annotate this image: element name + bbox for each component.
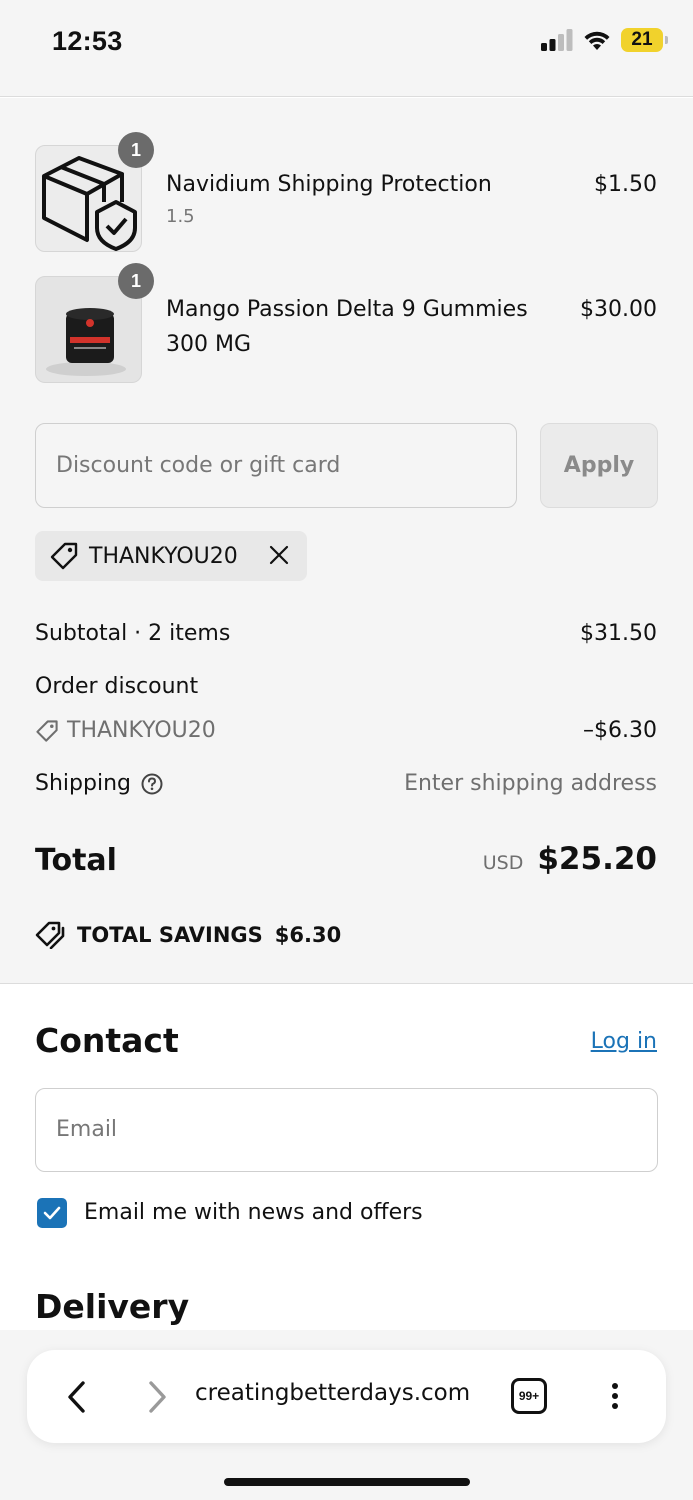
savings-tags-icon bbox=[35, 921, 65, 949]
total-label: Total bbox=[35, 843, 117, 878]
remove-code-icon[interactable] bbox=[267, 543, 291, 567]
item-name: Navidium Shipping Protection bbox=[166, 172, 492, 197]
item-price: $1.50 bbox=[594, 172, 657, 197]
forward-icon[interactable] bbox=[145, 1380, 169, 1414]
home-indicator bbox=[224, 1478, 470, 1486]
total-savings: TOTAL SAVINGS $6.30 bbox=[35, 921, 341, 949]
newsletter-label[interactable]: Email me with news and offers bbox=[84, 1198, 423, 1228]
item-name: Mango Passion Delta 9 Gummies 300 MG bbox=[166, 297, 528, 357]
tabs-button[interactable]: 99+ bbox=[511, 1378, 547, 1414]
tag-icon bbox=[50, 542, 78, 570]
shipping-label: Shipping bbox=[35, 771, 131, 796]
total-value: $25.20 bbox=[537, 841, 657, 877]
total-amount: USD $25.20 bbox=[483, 841, 657, 877]
back-icon[interactable] bbox=[65, 1380, 89, 1414]
savings-value: $6.30 bbox=[274, 923, 342, 947]
item-variant: 1.5 bbox=[166, 206, 195, 227]
applied-code-label: THANKYOU20 bbox=[89, 543, 238, 569]
order-discount-label: Order discount bbox=[35, 674, 199, 699]
item-price: $30.00 bbox=[580, 297, 657, 322]
battery-icon: 21 bbox=[621, 28, 668, 52]
shipping-value: Enter shipping address bbox=[404, 771, 657, 796]
url-bar[interactable]: creatingbetterdays.com bbox=[195, 1380, 470, 1406]
help-icon[interactable] bbox=[141, 773, 163, 795]
discount-code-row: THANKYOU20 –$6.30 bbox=[35, 716, 657, 752]
subtotal-value: $31.50 bbox=[580, 621, 657, 646]
order-discount-row: Order discount bbox=[35, 672, 657, 702]
order-summary: 1 Navidium Shipping Protection 1.5 $1.50… bbox=[0, 98, 693, 984]
discount-code-input[interactable]: Discount code or gift card bbox=[35, 423, 517, 508]
checkmark-icon bbox=[43, 1206, 61, 1220]
quantity-badge: 1 bbox=[118, 263, 154, 299]
discount-value: –$6.30 bbox=[583, 718, 657, 743]
savings-label: TOTAL SAVINGS bbox=[77, 923, 263, 947]
apply-button[interactable]: Apply bbox=[540, 423, 658, 508]
more-options-icon[interactable] bbox=[609, 1382, 621, 1412]
browser-toolbar: creatingbetterdays.com 99+ bbox=[27, 1350, 666, 1443]
delivery-heading: Delivery bbox=[35, 1287, 190, 1326]
subtotal-row: Subtotal · 2 items $31.50 bbox=[35, 619, 657, 649]
status-time: 12:53 bbox=[52, 26, 123, 56]
email-field[interactable]: Email bbox=[35, 1088, 658, 1172]
subtotal-label: Subtotal · 2 items bbox=[35, 621, 231, 646]
applied-discount-chip: THANKYOU20 bbox=[35, 531, 307, 581]
cart-item: 1 Mango Passion Delta 9 Gummies 300 MG $… bbox=[35, 263, 657, 383]
quantity-badge: 1 bbox=[118, 132, 154, 168]
tag-icon bbox=[36, 720, 58, 742]
currency-code: USD bbox=[482, 852, 524, 874]
log-in-link[interactable]: Log in bbox=[591, 1029, 657, 1054]
contact-heading: Contact bbox=[35, 1021, 179, 1060]
wifi-icon bbox=[584, 31, 610, 50]
cart-item: 1 Navidium Shipping Protection 1.5 $1.50 bbox=[35, 132, 657, 252]
status-icons: 21 bbox=[541, 28, 668, 52]
discount-code-label: THANKYOU20 bbox=[67, 718, 216, 743]
signal-icon bbox=[541, 29, 573, 51]
status-bar: 12:53 21 bbox=[0, 0, 693, 97]
shipping-row: Shipping Enter shipping address bbox=[35, 769, 657, 799]
newsletter-checkbox[interactable] bbox=[37, 1198, 67, 1228]
